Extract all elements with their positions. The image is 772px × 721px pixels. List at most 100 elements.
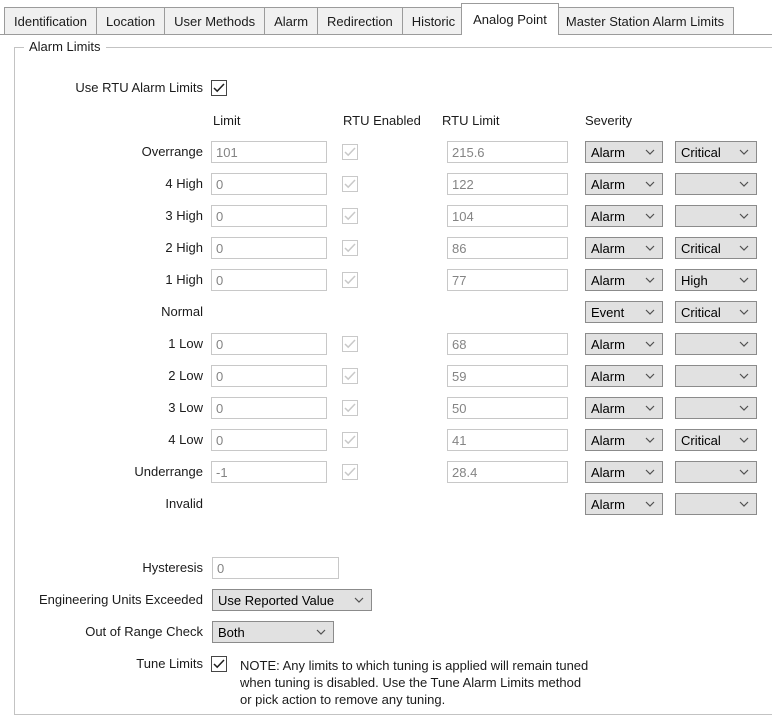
rtu-limit-input[interactable] <box>447 397 568 419</box>
chevron-down-icon <box>645 149 655 155</box>
priority-dropdown[interactable]: Critical <box>675 237 757 259</box>
severity-dropdown[interactable]: Alarm <box>585 141 663 163</box>
severity-dropdown[interactable]: Event <box>585 301 663 323</box>
limit-input[interactable] <box>211 205 327 227</box>
tab-redirection[interactable]: Redirection <box>317 7 403 34</box>
row-label: 1 High <box>0 269 203 291</box>
priority-dropdown[interactable] <box>675 365 757 387</box>
priority-dropdown[interactable] <box>675 461 757 483</box>
tab-master-station-alarm-limits[interactable]: Master Station Alarm Limits <box>556 7 734 34</box>
priority-dropdown[interactable] <box>675 173 757 195</box>
limit-input[interactable] <box>211 397 327 419</box>
priority-dropdown[interactable] <box>675 333 757 355</box>
limit-input[interactable] <box>211 173 327 195</box>
priority-dropdown[interactable]: High <box>675 269 757 291</box>
rtu-limit-input[interactable] <box>447 141 568 163</box>
tab-user-methods[interactable]: User Methods <box>164 7 265 34</box>
rtu-limit-input[interactable] <box>447 461 568 483</box>
chevron-down-icon <box>645 245 655 251</box>
chevron-down-icon <box>645 277 655 283</box>
rtu-enabled-checkbox[interactable] <box>342 176 358 192</box>
checkmark-icon <box>344 243 356 253</box>
severity-value: Alarm <box>591 433 625 448</box>
hysteresis-input[interactable] <box>212 557 339 579</box>
chevron-down-icon <box>739 437 749 443</box>
priority-dropdown[interactable] <box>675 397 757 419</box>
limit-input[interactable] <box>211 429 327 451</box>
chevron-down-icon <box>739 501 749 507</box>
row-label: 4 High <box>0 173 203 195</box>
rtu-enabled-checkbox[interactable] <box>342 208 358 224</box>
limit-input[interactable] <box>211 333 327 355</box>
severity-dropdown[interactable]: Alarm <box>585 269 663 291</box>
priority-dropdown[interactable] <box>675 493 757 515</box>
use-rtu-alarm-limits-checkbox[interactable] <box>211 80 227 96</box>
severity-dropdown[interactable]: Alarm <box>585 365 663 387</box>
note-line: NOTE: Any limits to which tuning is appl… <box>240 657 588 674</box>
tab-analog-point[interactable]: Analog Point <box>461 3 559 35</box>
alarm-limit-row: 3 Low Alarm <box>0 397 772 419</box>
severity-dropdown[interactable]: Alarm <box>585 237 663 259</box>
alarm-limit-row: 3 High Alarm <box>0 205 772 227</box>
severity-dropdown[interactable]: Alarm <box>585 205 663 227</box>
tab-label: Master Station Alarm Limits <box>566 14 724 29</box>
severity-dropdown[interactable]: Alarm <box>585 397 663 419</box>
severity-value: Alarm <box>591 209 625 224</box>
rtu-enabled-checkbox[interactable] <box>342 368 358 384</box>
rtu-enabled-checkbox[interactable] <box>342 144 358 160</box>
chevron-down-icon <box>645 181 655 187</box>
severity-dropdown[interactable]: Alarm <box>585 173 663 195</box>
rtu-limit-input[interactable] <box>447 365 568 387</box>
rtu-enabled-checkbox[interactable] <box>342 336 358 352</box>
limit-column-header: Limit <box>213 113 240 128</box>
rtu-enabled-checkbox[interactable] <box>342 464 358 480</box>
rtu-enabled-checkbox[interactable] <box>342 272 358 288</box>
limit-input[interactable] <box>211 237 327 259</box>
chevron-down-icon <box>739 181 749 187</box>
tab-identification[interactable]: Identification <box>4 7 97 34</box>
severity-dropdown[interactable]: Alarm <box>585 429 663 451</box>
priority-dropdown[interactable] <box>675 205 757 227</box>
rtu-limit-input[interactable] <box>447 237 568 259</box>
chevron-down-icon <box>739 373 749 379</box>
chevron-down-icon <box>739 245 749 251</box>
rtu-enabled-checkbox[interactable] <box>342 240 358 256</box>
rtu-limit-input[interactable] <box>447 429 568 451</box>
rtu-enabled-checkbox[interactable] <box>342 432 358 448</box>
alarm-limit-row: Underrange Alarm <box>0 461 772 483</box>
limit-input[interactable] <box>211 365 327 387</box>
tab-alarm[interactable]: Alarm <box>264 7 318 34</box>
priority-dropdown[interactable]: Critical <box>675 429 757 451</box>
analog-point-panel: Identification Location User Methods Ala… <box>0 0 772 721</box>
severity-dropdown[interactable]: Alarm <box>585 493 663 515</box>
chevron-down-icon <box>354 597 364 603</box>
rtu-limit-input[interactable] <box>447 333 568 355</box>
limit-input[interactable] <box>211 141 327 163</box>
severity-dropdown[interactable]: Alarm <box>585 461 663 483</box>
tab-location[interactable]: Location <box>96 7 165 34</box>
row-label: 4 Low <box>0 429 203 451</box>
severity-dropdown[interactable]: Alarm <box>585 333 663 355</box>
alarm-limit-row: 4 High Alarm <box>0 173 772 195</box>
rtu-enabled-checkbox[interactable] <box>342 400 358 416</box>
limit-input[interactable] <box>211 269 327 291</box>
limit-input[interactable] <box>211 461 327 483</box>
rtu-limit-input[interactable] <box>447 269 568 291</box>
row-label: Underrange <box>0 461 203 483</box>
out-of-range-check-row: Out of Range Check Both <box>0 621 772 643</box>
severity-value: Alarm <box>591 401 625 416</box>
engineering-units-exceeded-dropdown[interactable]: Use Reported Value <box>212 589 372 611</box>
priority-value: High <box>681 273 708 288</box>
rtu-limit-input[interactable] <box>447 205 568 227</box>
note-line: or pick action to remove any tuning. <box>240 691 588 708</box>
tab-historic[interactable]: Historic <box>402 7 465 34</box>
tune-limits-checkbox[interactable] <box>211 656 227 672</box>
checkmark-icon <box>344 467 356 477</box>
checkmark-icon <box>213 83 225 93</box>
priority-dropdown[interactable]: Critical <box>675 301 757 323</box>
out-of-range-check-dropdown[interactable]: Both <box>212 621 334 643</box>
chevron-down-icon <box>739 277 749 283</box>
rtu-limit-input[interactable] <box>447 173 568 195</box>
priority-dropdown[interactable]: Critical <box>675 141 757 163</box>
tab-label: Location <box>106 14 155 29</box>
